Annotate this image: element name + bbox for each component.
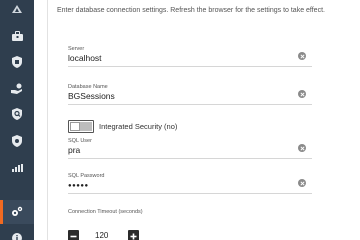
integrated-security-label: Integrated Security (no) xyxy=(99,122,178,131)
clear-icon[interactable] xyxy=(298,179,306,187)
sidebar-item-policies[interactable] xyxy=(0,129,34,153)
sidebar xyxy=(0,0,34,240)
database-name-label: Database Name xyxy=(68,84,108,90)
field-underline xyxy=(68,104,312,105)
sidebar-item-about[interactable] xyxy=(0,226,34,240)
sidebar-item-payments[interactable] xyxy=(0,76,34,100)
shield-gear-icon xyxy=(12,135,22,147)
hand-coins-icon xyxy=(11,83,23,94)
field-underline xyxy=(68,193,312,194)
app-logo-icon[interactable] xyxy=(0,0,34,18)
content-divider xyxy=(47,0,48,240)
sql-user-field[interactable]: SQL User pra xyxy=(68,138,312,159)
sidebar-item-security[interactable] xyxy=(0,50,34,74)
toggle-knob xyxy=(70,122,80,131)
sql-password-field[interactable]: SQL Password ●●●●● xyxy=(68,173,312,194)
clear-icon[interactable] xyxy=(298,52,306,60)
plus-icon xyxy=(130,227,137,240)
toggle-track xyxy=(80,122,92,131)
minus-icon xyxy=(70,227,77,240)
field-underline xyxy=(68,66,312,67)
sidebar-item-sessions[interactable] xyxy=(0,24,34,48)
sql-user-input[interactable]: pra xyxy=(68,145,312,156)
server-input[interactable]: localhost xyxy=(68,53,312,64)
increment-button[interactable] xyxy=(128,230,139,240)
server-label: Server xyxy=(68,46,85,52)
bar-chart-icon xyxy=(11,164,23,172)
intro-text: Enter database connection settings. Refr… xyxy=(57,7,325,14)
briefcase-icon xyxy=(11,31,23,41)
database-name-input[interactable]: BGSessions xyxy=(68,91,312,102)
sql-user-label: SQL User xyxy=(68,138,92,144)
integrated-security-toggle[interactable] xyxy=(68,120,94,133)
gears-icon xyxy=(11,206,23,218)
connection-timeout-value[interactable]: 120 xyxy=(95,231,108,240)
server-field[interactable]: Server localhost xyxy=(68,46,312,67)
sql-password-input[interactable]: ●●●●● xyxy=(68,180,312,191)
sidebar-item-reports[interactable] xyxy=(0,156,34,180)
field-underline xyxy=(68,158,312,159)
sql-password-label: SQL Password xyxy=(68,173,105,179)
connection-timeout-label: Connection Timeout (seconds) xyxy=(68,209,143,215)
sidebar-item-audit[interactable] xyxy=(0,102,34,126)
clear-icon[interactable] xyxy=(298,144,306,152)
clear-icon[interactable] xyxy=(298,90,306,98)
info-icon xyxy=(12,233,22,240)
sidebar-item-settings[interactable] xyxy=(0,200,34,224)
shield-search-icon xyxy=(11,108,23,120)
shield-icon xyxy=(12,56,22,68)
decrement-button[interactable] xyxy=(68,230,79,240)
database-name-field[interactable]: Database Name BGSessions xyxy=(68,84,312,105)
